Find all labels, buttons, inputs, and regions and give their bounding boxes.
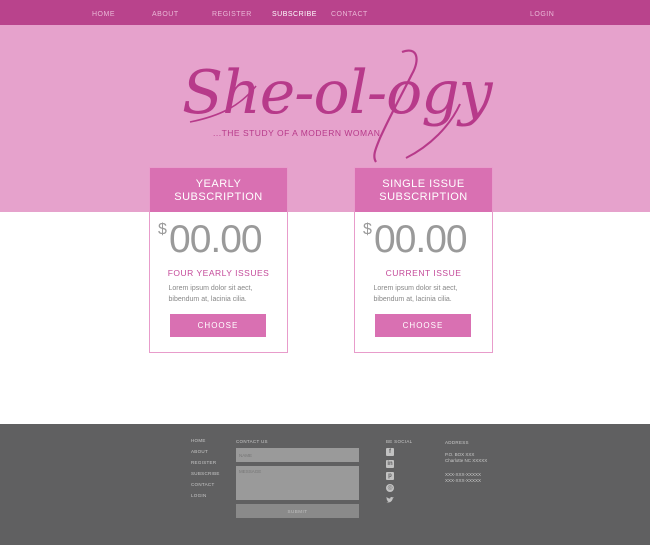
card-description: Lorem ipsum dolor sit aect, bibendum at,… bbox=[373, 285, 458, 303]
card-header: YEARLY SUBSCRIPTION bbox=[150, 168, 287, 212]
yearly-subscription-card: YEARLY SUBSCRIPTION $ 00.00 FOUR YEARLY … bbox=[149, 167, 288, 353]
address-line-2: Charlotte NC XXXXX bbox=[445, 458, 488, 463]
message-input[interactable] bbox=[236, 466, 359, 500]
footer-login-link[interactable]: LOGIN bbox=[191, 493, 220, 504]
footer-subscribe-link[interactable]: SUBSCRIBE bbox=[191, 471, 220, 482]
footer-links: HOME ABOUT REGISTER SUBSCRIBE CONTACT LO… bbox=[191, 438, 220, 504]
tagline: ...THE STUDY OF A MODERN WOMAN bbox=[213, 128, 381, 138]
card-description: Lorem ipsum dolor sit aect, bibendum at,… bbox=[168, 285, 253, 303]
footer-register-link[interactable]: REGISTER bbox=[191, 460, 220, 471]
top-nav: HOME ABOUT REGISTER SUBSCRIBE CONTACT LO… bbox=[0, 0, 650, 25]
price-amount: 00.00 bbox=[374, 218, 468, 261]
card-title-line1: YEARLY bbox=[195, 178, 242, 190]
price: $ 00.00 bbox=[150, 212, 287, 262]
submit-button[interactable]: SUBMIT bbox=[236, 504, 359, 518]
nav-home-link[interactable]: HOME bbox=[92, 11, 115, 18]
nav-contact-link[interactable]: CONTACT bbox=[331, 11, 368, 18]
choose-yearly-button[interactable]: CHOOSE bbox=[170, 314, 266, 337]
card-title-line2: SUBSCRIPTION bbox=[379, 191, 468, 203]
nav-about-link[interactable]: ABOUT bbox=[152, 11, 179, 18]
twitter-icon[interactable] bbox=[386, 496, 394, 504]
footer-home-link[interactable]: HOME bbox=[191, 438, 220, 449]
phone-number-2: XXX-XXX-XXXXX bbox=[445, 478, 482, 483]
footer-about-link[interactable]: ABOUT bbox=[191, 449, 220, 460]
single-issue-subscription-card: SINGLE ISSUE SUBSCRIPTION $ 00.00 CURREN… bbox=[354, 167, 493, 353]
currency-symbol: $ bbox=[363, 221, 372, 238]
price: $ 00.00 bbox=[355, 212, 492, 262]
address-label: ADDRESS bbox=[445, 440, 469, 445]
card-subtitle: FOUR YEARLY ISSUES bbox=[167, 268, 270, 278]
card-title-line2: SUBSCRIPTION bbox=[174, 191, 263, 203]
pinterest-icon[interactable]: p bbox=[386, 472, 394, 480]
name-input[interactable] bbox=[236, 448, 359, 462]
choose-single-issue-button[interactable]: CHOOSE bbox=[375, 314, 471, 337]
facebook-icon[interactable]: f bbox=[386, 448, 394, 456]
nav-login-link[interactable]: LOGIN bbox=[530, 11, 554, 18]
price-amount: 00.00 bbox=[169, 218, 263, 261]
linkedin-icon[interactable]: in bbox=[386, 460, 394, 468]
contact-us-label: CONTACT US bbox=[236, 439, 268, 444]
site-logo[interactable]: She-ol-ogy bbox=[182, 58, 493, 128]
card-subtitle: CURRENT ISSUE bbox=[385, 268, 462, 278]
footer-contact-link[interactable]: CONTACT bbox=[191, 482, 220, 493]
instagram-icon[interactable]: ◎ bbox=[386, 484, 394, 492]
card-title-line1: SINGLE ISSUE bbox=[382, 178, 465, 190]
nav-register-link[interactable]: REGISTER bbox=[212, 11, 252, 18]
currency-symbol: $ bbox=[158, 221, 167, 238]
be-social-label: BE SOCIAL bbox=[386, 439, 413, 444]
card-header: SINGLE ISSUE SUBSCRIPTION bbox=[355, 168, 492, 212]
nav-subscribe-link[interactable]: SUBSCRIBE bbox=[272, 11, 317, 18]
footer: HOME ABOUT REGISTER SUBSCRIBE CONTACT LO… bbox=[0, 424, 650, 545]
